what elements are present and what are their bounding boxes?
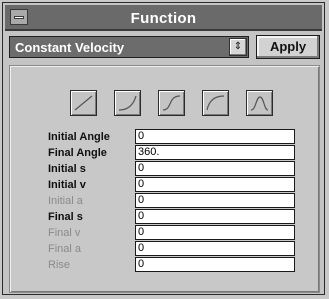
dropdown-arrow-icon[interactable]: ⇕ <box>229 38 247 56</box>
initial-a-label: Initial a <box>48 195 83 207</box>
apply-button[interactable]: Apply <box>256 35 320 59</box>
curve-shape-buttons <box>70 90 290 118</box>
rise-field[interactable]: 0 <box>135 257 295 272</box>
final-v-field[interactable]: 0 <box>135 225 295 240</box>
initial-s-field[interactable]: 0 <box>135 161 295 176</box>
initial-angle-field[interactable]: 0 <box>135 129 295 144</box>
accelerate-curve-button[interactable] <box>114 90 141 116</box>
final-angle-label: Final Angle <box>48 147 107 159</box>
final-angle-field[interactable]: 360. <box>135 145 295 160</box>
function-dialog: Function Constant Velocity ⇕ Apply Initi… <box>2 2 325 295</box>
bell-curve-icon <box>250 96 269 111</box>
decelerate-curve-icon <box>206 95 225 111</box>
parameters-panel: Initial Angle Final Angle Initial s Init… <box>9 65 320 293</box>
initial-a-field[interactable]: 0 <box>135 193 295 208</box>
window-title: Function <box>130 10 197 27</box>
initial-angle-label: Initial Angle <box>48 131 110 143</box>
final-a-label: Final a <box>48 243 82 255</box>
rise-label: Rise <box>48 259 71 271</box>
decelerate-curve-button[interactable] <box>202 90 229 116</box>
bell-curve-button[interactable] <box>246 90 273 116</box>
s-curve-button[interactable] <box>158 90 185 116</box>
title-bar: Function <box>5 5 322 31</box>
initial-s-label: Initial s <box>48 163 86 175</box>
linear-curve-button[interactable] <box>70 90 97 116</box>
initial-v-field[interactable]: 0 <box>135 177 295 192</box>
accelerate-curve-icon <box>118 95 137 111</box>
final-v-label: Final v <box>48 227 81 239</box>
final-a-field[interactable]: 0 <box>135 241 295 256</box>
s-curve-icon <box>162 95 181 111</box>
initial-v-label: Initial v <box>48 179 86 191</box>
function-type-combobox[interactable]: Constant Velocity ⇕ <box>9 36 249 58</box>
final-s-field[interactable]: 0 <box>135 209 295 224</box>
function-select-row: Constant Velocity ⇕ Apply <box>9 35 320 61</box>
function-type-value: Constant Velocity <box>15 40 125 55</box>
final-s-label: Final s <box>48 211 83 223</box>
linear-curve-icon <box>74 95 93 111</box>
